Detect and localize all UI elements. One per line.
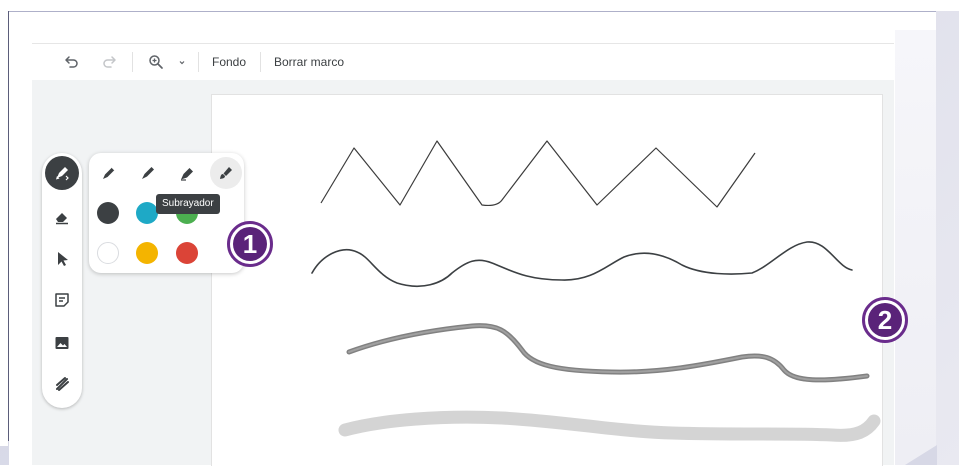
- zoom-button[interactable]: [145, 51, 167, 73]
- tool-rail: [42, 153, 82, 408]
- zoom-dropdown[interactable]: [175, 51, 189, 73]
- color-swatch-teal[interactable]: [136, 202, 158, 224]
- laser-tool-button[interactable]: [45, 367, 79, 401]
- page-top-edge: [9, 11, 936, 12]
- toolbar-divider: [132, 52, 133, 72]
- background-button[interactable]: Fondo: [212, 51, 246, 73]
- wave-stroke: [311, 241, 853, 288]
- image-tool-button[interactable]: [45, 326, 79, 360]
- undo-icon: [65, 56, 78, 68]
- highlighter-stroke: [338, 410, 881, 442]
- brush-icon: [220, 167, 232, 179]
- caret-down-icon: [179, 61, 185, 65]
- canvas-strokes: [311, 140, 881, 442]
- zoom-in-icon: [149, 55, 163, 69]
- marker-icon: [142, 167, 154, 179]
- undo-button[interactable]: [61, 51, 83, 73]
- page-fold-corner: [905, 445, 937, 465]
- redo-icon: [103, 56, 116, 68]
- callout-badge-1: 1: [227, 221, 273, 267]
- eraser-icon: [56, 213, 68, 225]
- tooltip: Subrayador: [156, 194, 220, 214]
- image-icon: [55, 337, 69, 349]
- highlighter-icon: [181, 168, 193, 181]
- pen-thin-icon: [103, 167, 115, 179]
- callout-number: 2: [868, 303, 902, 337]
- drawing-canvas[interactable]: [211, 94, 883, 466]
- right-side-panel: [895, 30, 936, 465]
- callout-badge-2: 2: [862, 297, 908, 343]
- redo-button[interactable]: [98, 51, 120, 73]
- pen-type-pen[interactable]: [93, 157, 125, 189]
- pen-type-marker[interactable]: [132, 157, 164, 189]
- sticky-note-tool-button[interactable]: [45, 283, 79, 317]
- pen-tool-button[interactable]: [45, 156, 79, 190]
- toolbar-divider: [260, 52, 261, 72]
- toolbar: Fondo Borrar marco: [32, 44, 894, 80]
- pen-icon: [56, 167, 69, 181]
- color-swatch-red[interactable]: [176, 242, 198, 264]
- backdrop-topline: [0, 0, 959, 11]
- backdrop-leftline: [0, 11, 8, 446]
- sticky-note-icon: [55, 293, 69, 307]
- pen-type-highlighter[interactable]: [171, 157, 203, 189]
- pen-type-brush[interactable]: [210, 157, 242, 189]
- select-arrow-icon: [58, 252, 68, 266]
- select-tool-button[interactable]: [45, 242, 79, 276]
- color-swatch-dark-gray[interactable]: [97, 202, 119, 224]
- clear-frame-button[interactable]: Borrar marco: [274, 51, 344, 73]
- zigzag-stroke: [320, 140, 756, 208]
- color-swatch-white[interactable]: [97, 242, 119, 264]
- laser-icon: [56, 377, 69, 391]
- page-left-edge: [8, 11, 9, 441]
- color-swatch-yellow[interactable]: [136, 242, 158, 264]
- callout-number: 1: [233, 227, 267, 261]
- toolbar-divider: [198, 52, 199, 72]
- eraser-tool-button[interactable]: [45, 200, 79, 234]
